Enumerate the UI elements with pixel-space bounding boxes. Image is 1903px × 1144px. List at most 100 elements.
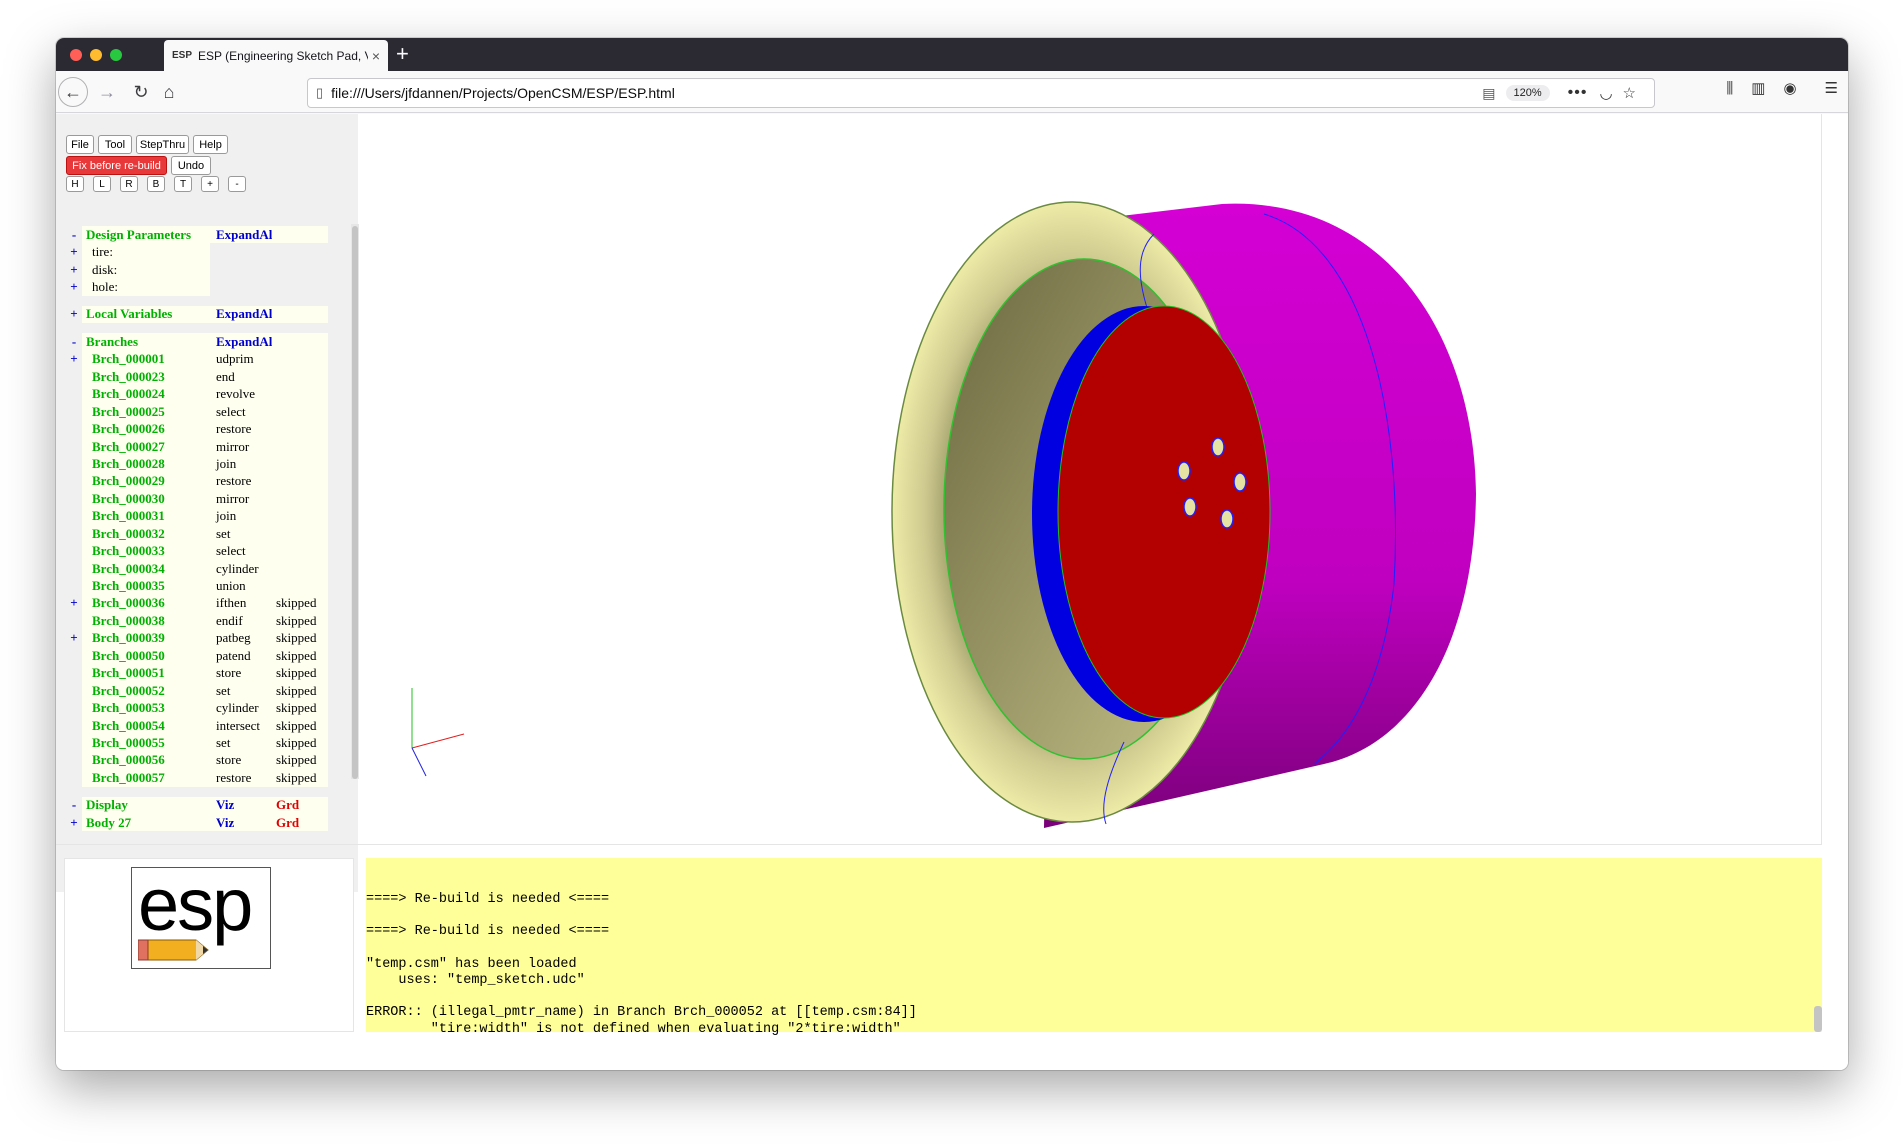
tree-toggle[interactable]: + [66,262,82,278]
minimize-window-button[interactable] [90,49,102,61]
url-text[interactable]: file:///Users/jfdannen/Projects/OpenCSM/… [331,85,1482,101]
tree-toggle[interactable]: - [66,227,82,243]
help-button[interactable]: Help [193,135,228,154]
branch-name[interactable]: Brch_000027 [82,437,210,456]
branch-row[interactable]: Brch_000056 store skipped [66,751,341,770]
expand-all-link[interactable]: ExpandAll [210,226,276,244]
branch-row[interactable]: Brch_000031 join [66,507,341,525]
branch-row[interactable]: Brch_000029 restore [66,472,341,491]
branch-row[interactable]: Brch_000054 intersect skipped [66,716,341,735]
param-label[interactable]: tire: [82,243,210,261]
zoom-out-button[interactable]: - [228,176,246,192]
branch-row[interactable]: Brch_000033 select [66,542,341,560]
viz-toggle[interactable]: Viz [210,814,272,832]
expand-all-link[interactable]: ExpandAll [210,333,276,351]
view-left-button[interactable]: L [93,176,111,192]
tree-toggle[interactable]: + [66,595,82,611]
view-top-button[interactable]: T [174,176,192,192]
param-row[interactable]: + tire: [66,243,341,261]
expand-all-link[interactable]: ExpandAll [210,305,276,324]
message-window[interactable]: ====> Re-build is needed <==== ====> Re-b… [366,858,1822,1037]
zoom-level-badge[interactable]: 120% [1505,85,1550,101]
branch-row[interactable]: Brch_000035 union [66,577,341,595]
view-right-button[interactable]: R [120,176,138,192]
branch-name[interactable]: Brch_000026 [82,420,210,438]
branch-row[interactable]: Brch_000053 cylinder skipped [66,699,341,717]
pocket-icon[interactable]: ◡ [1599,84,1612,102]
branch-name[interactable]: Brch_000034 [82,559,210,578]
branch-name[interactable]: Brch_000031 [82,507,210,525]
branch-name[interactable]: Brch_000051 [82,664,210,682]
close-window-button[interactable] [70,49,82,61]
forward-button[interactable]: → [92,77,122,107]
branch-row[interactable]: Brch_000051 store skipped [66,664,341,682]
grd-toggle[interactable]: Grd [272,796,328,814]
branch-name[interactable]: Brch_000056 [82,751,210,770]
tree-toggle[interactable]: + [66,306,82,322]
account-icon[interactable]: ◉ [1783,79,1796,97]
file-button[interactable]: File [66,135,94,154]
branch-row[interactable]: Brch_000055 set skipped [66,734,341,752]
reader-view-icon[interactable]: ▤ [1482,85,1495,102]
param-label[interactable]: hole: [82,278,210,296]
tree-scroll-thumb[interactable] [352,226,358,779]
browser-tab[interactable]: ESP ESP (Engineering Sketch Pad, V × [164,40,388,71]
back-button[interactable]: ← [58,77,88,107]
sidebar-icon[interactable]: ▥ [1751,79,1765,97]
branch-row[interactable]: Brch_000026 restore [66,420,341,438]
param-row[interactable]: + hole: [66,278,341,296]
branch-name[interactable]: Brch_000023 [82,368,210,386]
branch-name[interactable]: Brch_000001 [82,350,210,369]
branch-name[interactable]: Brch_000029 [82,472,210,491]
reload-button[interactable]: ↻ [126,77,156,107]
stepthru-button[interactable]: StepThru [136,135,189,154]
branch-row[interactable]: Brch_000028 join [66,455,341,473]
branch-name[interactable]: Brch_000035 [82,577,210,595]
graphics-canvas[interactable] [364,114,1822,844]
tree-toggle[interactable]: + [66,815,82,831]
branch-name[interactable]: Brch_000054 [82,716,210,735]
branch-name[interactable]: Brch_000055 [82,734,210,752]
tab-close-icon[interactable]: × [372,48,380,64]
zoom-in-button[interactable]: + [201,176,219,192]
tree-toggle[interactable]: + [66,279,82,295]
home-button[interactable]: ⌂ [154,77,184,107]
branch-row[interactable]: Brch_000038 endif skipped [66,612,341,630]
branch-row[interactable]: Brch_000030 mirror [66,490,341,508]
branch-name[interactable]: Brch_000050 [82,647,210,665]
tool-button[interactable]: Tool [98,135,132,154]
branch-name[interactable]: Brch_000024 [82,385,210,403]
branch-row[interactable]: Brch_000052 set skipped [66,681,341,700]
branch-row[interactable]: Brch_000024 revolve [66,385,341,403]
branch-row[interactable]: + Brch_000039 patbeg skipped [66,629,341,648]
tree-toggle[interactable]: + [66,351,82,367]
library-icon[interactable]: ⫼ [1726,80,1733,97]
tree-toggle[interactable]: - [66,797,82,813]
branch-name[interactable]: Brch_000036 [82,594,210,613]
tree-toggle[interactable]: + [66,244,82,260]
branch-name[interactable]: Brch_000028 [82,455,210,473]
grd-toggle[interactable]: Grd [272,814,328,832]
viz-toggle[interactable]: Viz [210,796,272,814]
branch-name[interactable]: Brch_000057 [82,769,210,787]
undo-button[interactable]: Undo [171,156,211,175]
message-scroll-thumb[interactable] [1814,1006,1822,1032]
branch-row[interactable]: + Brch_000001 udprim [66,350,341,369]
more-icon[interactable]: ••• [1568,84,1588,102]
branch-name[interactable]: Brch_000038 [82,612,210,630]
branch-row[interactable]: Brch_000025 select [66,402,341,421]
url-bar[interactable]: ▯ file:///Users/jfdannen/Projects/OpenCS… [307,78,1655,108]
star-icon[interactable]: ☆ [1623,84,1636,102]
view-home-button[interactable]: H [66,176,84,192]
hamburger-menu-icon[interactable]: ☰ [1825,79,1838,97]
branch-name[interactable]: Brch_000052 [82,681,210,700]
branch-name[interactable]: Brch_000039 [82,629,210,648]
branch-name[interactable]: Brch_000033 [82,542,210,560]
branch-row[interactable]: Brch_000032 set [66,525,341,543]
branch-row[interactable]: Brch_000050 patend skipped [66,647,341,665]
branch-row[interactable]: Brch_000057 restore skipped [66,769,341,787]
branch-row[interactable]: Brch_000027 mirror [66,437,341,456]
fix-before-rebuild-button[interactable]: Fix before re-build [66,156,167,175]
param-label[interactable]: disk: [82,260,210,279]
branch-row[interactable]: + Brch_000036 ifthen skipped [66,594,341,613]
